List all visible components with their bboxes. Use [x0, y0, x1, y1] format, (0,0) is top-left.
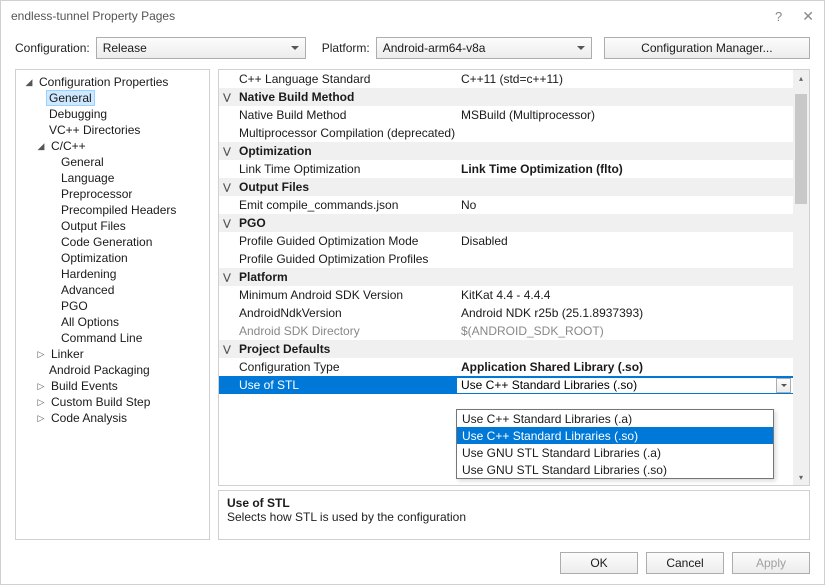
row-native-method[interactable]: Native Build MethodMSBuild (Multiprocess…	[219, 106, 793, 124]
cancel-button[interactable]: Cancel	[646, 552, 724, 574]
tree-cpp-general[interactable]: General	[16, 154, 209, 170]
titlebar: endless-tunnel Property Pages ? ✕	[1, 1, 824, 31]
tree-cpp-pgo[interactable]: PGO	[16, 298, 209, 314]
row-pgo-mode[interactable]: Profile Guided Optimization ModeDisabled	[219, 232, 793, 250]
caret-down-icon: ⋁	[219, 92, 235, 103]
row-sdk-dir[interactable]: Android SDK Directory$(ANDROID_SDK_ROOT)	[219, 322, 793, 340]
right-pane: C++ Language StandardC++11 (std=c++11) ⋁…	[218, 69, 810, 540]
row-min-sdk[interactable]: Minimum Android SDK VersionKitKat 4.4 - …	[219, 286, 793, 304]
tree-vcdirs[interactable]: VC++ Directories	[16, 122, 209, 138]
desc-title: Use of STL	[227, 496, 801, 510]
row-lto[interactable]: Link Time OptimizationLink Time Optimiza…	[219, 160, 793, 178]
cat-native[interactable]: ⋁Native Build Method	[219, 88, 793, 106]
stl-value: Use C++ Standard Libraries (.so)	[461, 378, 637, 392]
caret-down-icon: ⋁	[219, 146, 235, 157]
cat-opt[interactable]: ⋁Optimization	[219, 142, 793, 160]
platform-label: Platform:	[322, 41, 370, 55]
caret-right-icon: ▷	[36, 413, 46, 424]
caret-down-icon: ⋁	[219, 218, 235, 229]
configuration-manager-button[interactable]: Configuration Manager...	[604, 37, 810, 59]
dd-option-gnu-so[interactable]: Use GNU STL Standard Libraries (.so)	[457, 461, 773, 478]
dropdown-button[interactable]	[776, 378, 791, 393]
dd-option-a[interactable]: Use C++ Standard Libraries (.a)	[457, 410, 773, 427]
caret-right-icon: ▷	[36, 381, 46, 392]
scroll-track[interactable]	[793, 86, 809, 469]
tree-cpp-cmdline[interactable]: Command Line	[16, 330, 209, 346]
cat-pgo[interactable]: ⋁PGO	[219, 214, 793, 232]
tree-cpp-optimization[interactable]: Optimization	[16, 250, 209, 266]
tree-cpp-preprocessor[interactable]: Preprocessor	[16, 186, 209, 202]
configuration-select[interactable]: Release	[96, 37, 306, 59]
tree-cpp-language[interactable]: Language	[16, 170, 209, 186]
tree-custom-build[interactable]: ▷Custom Build Step	[16, 394, 209, 410]
tree-cpp-allopts[interactable]: All Options	[16, 314, 209, 330]
tree-pane[interactable]: ◢Configuration Properties General Debugg…	[15, 69, 210, 540]
stl-dropdown[interactable]: Use C++ Standard Libraries (.a) Use C++ …	[456, 409, 774, 479]
tree-cpp-advanced[interactable]: Advanced	[16, 282, 209, 298]
scrollbar-vertical[interactable]: ▴ ▾	[793, 70, 809, 485]
close-icon[interactable]: ✕	[802, 8, 814, 25]
row-cpp-std[interactable]: C++ Language StandardC++11 (std=c++11)	[219, 70, 793, 88]
tree-cpp-precompiled[interactable]: Precompiled Headers	[16, 202, 209, 218]
configuration-label: Configuration:	[15, 41, 90, 55]
dd-option-selected[interactable]: Use C++ Standard Libraries (.so)	[457, 427, 773, 444]
chevron-down-icon	[291, 46, 299, 50]
tree-general[interactable]: General	[16, 90, 209, 106]
row-conf-type[interactable]: Configuration TypeApplication Shared Lib…	[219, 358, 793, 376]
caret-down-icon: ⋁	[219, 272, 235, 283]
scroll-thumb[interactable]	[795, 94, 807, 204]
tree-code-analysis[interactable]: ▷Code Analysis	[16, 410, 209, 426]
tree-linker[interactable]: ▷Linker	[16, 346, 209, 362]
scroll-down-icon[interactable]: ▾	[793, 469, 809, 485]
dd-option-gnu-a[interactable]: Use GNU STL Standard Libraries (.a)	[457, 444, 773, 461]
caret-down-icon: ⋁	[219, 182, 235, 193]
chevron-down-icon	[781, 384, 787, 387]
scroll-up-icon[interactable]: ▴	[793, 70, 809, 86]
caret-down-icon: ⋁	[219, 344, 235, 355]
chevron-down-icon	[577, 46, 585, 50]
tree-android-packaging[interactable]: Android Packaging	[16, 362, 209, 378]
cat-platform[interactable]: ⋁Platform	[219, 268, 793, 286]
description-box: Use of STL Selects how STL is used by th…	[218, 490, 810, 540]
tree-build-events[interactable]: ▷Build Events	[16, 378, 209, 394]
desc-text: Selects how STL is used by the configura…	[227, 510, 801, 524]
ok-button[interactable]: OK	[560, 552, 638, 574]
platform-select[interactable]: Android-arm64-v8a	[376, 37, 592, 59]
caret-right-icon: ▷	[36, 349, 46, 360]
cat-output[interactable]: ⋁Output Files	[219, 178, 793, 196]
caret-down-icon: ◢	[24, 77, 34, 88]
caret-right-icon: ▷	[36, 397, 46, 408]
row-mp[interactable]: Multiprocessor Compilation (deprecated)	[219, 124, 793, 142]
row-stl[interactable]: Use of STL Use C++ Standard Libraries (.…	[219, 376, 793, 394]
tree-cpp[interactable]: ◢C/C++	[16, 138, 209, 154]
row-pgo-profiles[interactable]: Profile Guided Optimization Profiles	[219, 250, 793, 268]
window-title: endless-tunnel Property Pages	[11, 9, 175, 23]
configuration-value: Release	[103, 41, 147, 55]
tree-cpp-hardening[interactable]: Hardening	[16, 266, 209, 282]
row-ndk[interactable]: AndroidNdkVersionAndroid NDK r25b (25.1.…	[219, 304, 793, 322]
main-area: ◢Configuration Properties General Debugg…	[15, 69, 810, 540]
tree-cpp-codegen[interactable]: Code Generation	[16, 234, 209, 250]
tree-debugging[interactable]: Debugging	[16, 106, 209, 122]
footer: OK Cancel Apply	[560, 552, 810, 574]
cat-defaults[interactable]: ⋁Project Defaults	[219, 340, 793, 358]
tree-cpp-output[interactable]: Output Files	[16, 218, 209, 234]
caret-down-icon: ◢	[36, 141, 46, 152]
platform-value: Android-arm64-v8a	[383, 41, 486, 55]
apply-button[interactable]: Apply	[732, 552, 810, 574]
config-row: Configuration: Release Platform: Android…	[1, 31, 824, 65]
tree-root[interactable]: ◢Configuration Properties	[16, 74, 209, 90]
help-icon[interactable]: ?	[775, 9, 782, 24]
row-emit[interactable]: Emit compile_commands.jsonNo	[219, 196, 793, 214]
